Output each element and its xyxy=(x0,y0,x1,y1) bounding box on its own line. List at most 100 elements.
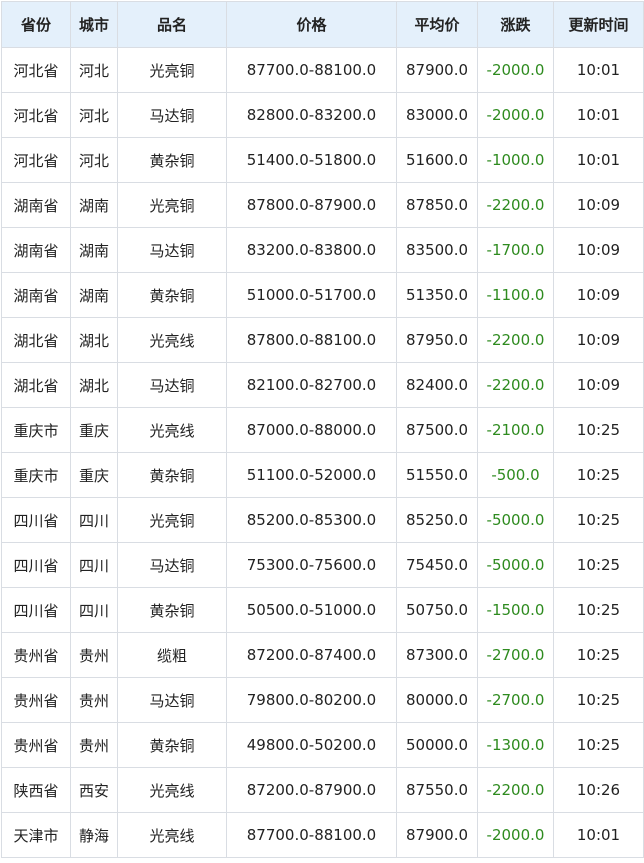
province-cell: 四川省 xyxy=(1,587,71,633)
city-cell: 贵州 xyxy=(70,677,118,723)
city-cell: 四川 xyxy=(70,542,118,588)
change-cell: -2100.0 xyxy=(477,407,554,453)
table-row: 重庆市 重庆 光亮线 87000.0-88000.0 87500.0 -2100.0 10:… xyxy=(1,407,644,453)
header-average-price: 平均价 xyxy=(396,1,478,48)
price-range-cell: 49800.0-50200.0 xyxy=(226,722,397,768)
product-cell: 马达铜 xyxy=(117,227,227,273)
average-price-cell: 82400.0 xyxy=(396,362,478,408)
change-cell: -2200.0 xyxy=(477,182,554,228)
average-price-cell: 87500.0 xyxy=(396,407,478,453)
province-cell: 四川省 xyxy=(1,542,71,588)
change-cell: -2200.0 xyxy=(477,362,554,408)
update-time-cell: 10:25 xyxy=(553,407,644,453)
price-range-cell: 87700.0-88100.0 xyxy=(226,47,397,93)
change-cell: -2200.0 xyxy=(477,317,554,363)
table-row: 湖南省 湖南 光亮铜 87800.0-87900.0 87850.0 -2200.0 10:… xyxy=(1,182,644,228)
change-cell: -1500.0 xyxy=(477,587,554,633)
price-range-cell: 87800.0-87900.0 xyxy=(226,182,397,228)
province-cell: 贵州省 xyxy=(1,632,71,678)
average-price-cell: 75450.0 xyxy=(396,542,478,588)
city-cell: 重庆 xyxy=(70,452,118,498)
update-time-cell: 10:09 xyxy=(553,317,644,363)
province-cell: 湖南省 xyxy=(1,272,71,318)
header-province: 省份 xyxy=(1,1,71,48)
city-cell: 湖南 xyxy=(70,182,118,228)
header-price: 价格 xyxy=(226,1,397,48)
change-cell: -2700.0 xyxy=(477,677,554,723)
header-product: 品名 xyxy=(117,1,227,48)
average-price-cell: 85250.0 xyxy=(396,497,478,543)
table-row: 湖南省 湖南 马达铜 83200.0-83800.0 83500.0 -1700.0 10:… xyxy=(1,227,644,273)
city-cell: 湖南 xyxy=(70,272,118,318)
province-cell: 天津市 xyxy=(1,812,71,858)
average-price-cell: 51550.0 xyxy=(396,452,478,498)
change-cell: -2000.0 xyxy=(477,812,554,858)
product-cell: 光亮线 xyxy=(117,812,227,858)
update-time-cell: 10:25 xyxy=(553,542,644,588)
product-cell: 马达铜 xyxy=(117,362,227,408)
change-cell: -2700.0 xyxy=(477,632,554,678)
update-time-cell: 10:09 xyxy=(553,272,644,318)
average-price-cell: 80000.0 xyxy=(396,677,478,723)
price-range-cell: 83200.0-83800.0 xyxy=(226,227,397,273)
province-cell: 重庆市 xyxy=(1,407,71,453)
price-range-cell: 82100.0-82700.0 xyxy=(226,362,397,408)
province-cell: 四川省 xyxy=(1,497,71,543)
copper-price-table: 省份 城市 品名 价格 平均价 涨跌 更新时间 河北省 河北 光亮铜 87700.0-… xyxy=(1,1,644,858)
average-price-cell: 51600.0 xyxy=(396,137,478,183)
update-time-cell: 10:25 xyxy=(553,587,644,633)
province-cell: 陕西省 xyxy=(1,767,71,813)
update-time-cell: 10:01 xyxy=(553,47,644,93)
table-row: 河北省 河北 马达铜 82800.0-83200.0 83000.0 -2000.0 10:… xyxy=(1,92,644,138)
price-range-cell: 87000.0-88000.0 xyxy=(226,407,397,453)
update-time-cell: 10:25 xyxy=(553,632,644,678)
change-cell: -500.0 xyxy=(477,452,554,498)
product-cell: 马达铜 xyxy=(117,677,227,723)
city-cell: 湖北 xyxy=(70,317,118,363)
price-range-cell: 51400.0-51800.0 xyxy=(226,137,397,183)
update-time-cell: 10:09 xyxy=(553,182,644,228)
table-row: 湖南省 湖南 黄杂铜 51000.0-51700.0 51350.0 -1100.0 10:… xyxy=(1,272,644,318)
price-range-cell: 85200.0-85300.0 xyxy=(226,497,397,543)
city-cell: 贵州 xyxy=(70,722,118,768)
update-time-cell: 10:01 xyxy=(553,137,644,183)
province-cell: 湖北省 xyxy=(1,317,71,363)
price-range-cell: 82800.0-83200.0 xyxy=(226,92,397,138)
average-price-cell: 87950.0 xyxy=(396,317,478,363)
price-range-cell: 87200.0-87400.0 xyxy=(226,632,397,678)
update-time-cell: 10:09 xyxy=(553,227,644,273)
update-time-cell: 10:26 xyxy=(553,767,644,813)
update-time-cell: 10:25 xyxy=(553,452,644,498)
change-cell: -5000.0 xyxy=(477,497,554,543)
update-time-cell: 10:25 xyxy=(553,677,644,723)
header-city: 城市 xyxy=(70,1,118,48)
city-cell: 重庆 xyxy=(70,407,118,453)
update-time-cell: 10:01 xyxy=(553,92,644,138)
product-cell: 马达铜 xyxy=(117,92,227,138)
table-row: 陕西省 西安 光亮线 87200.0-87900.0 87550.0 -2200.0 10:… xyxy=(1,767,644,813)
change-cell: -1300.0 xyxy=(477,722,554,768)
price-range-cell: 50500.0-51000.0 xyxy=(226,587,397,633)
update-time-cell: 10:25 xyxy=(553,497,644,543)
province-cell: 湖南省 xyxy=(1,227,71,273)
product-cell: 黄杂铜 xyxy=(117,137,227,183)
province-cell: 贵州省 xyxy=(1,722,71,768)
average-price-cell: 87550.0 xyxy=(396,767,478,813)
city-cell: 四川 xyxy=(70,587,118,633)
province-cell: 河北省 xyxy=(1,137,71,183)
table-body: 河北省 河北 光亮铜 87700.0-88100.0 87900.0 -2000.0 10:… xyxy=(1,47,644,858)
city-cell: 河北 xyxy=(70,47,118,93)
change-cell: -2000.0 xyxy=(477,92,554,138)
table-row: 贵州省 贵州 黄杂铜 49800.0-50200.0 50000.0 -1300.0 10:… xyxy=(1,722,644,768)
update-time-cell: 10:01 xyxy=(553,812,644,858)
average-price-cell: 87900.0 xyxy=(396,47,478,93)
product-cell: 缆粗 xyxy=(117,632,227,678)
province-cell: 重庆市 xyxy=(1,452,71,498)
update-time-cell: 10:25 xyxy=(553,722,644,768)
product-cell: 光亮铜 xyxy=(117,497,227,543)
change-cell: -1000.0 xyxy=(477,137,554,183)
city-cell: 静海 xyxy=(70,812,118,858)
city-cell: 河北 xyxy=(70,137,118,183)
table-row: 河北省 河北 黄杂铜 51400.0-51800.0 51600.0 -1000.0 10:… xyxy=(1,137,644,183)
table-row: 四川省 四川 马达铜 75300.0-75600.0 75450.0 -5000.0 10:… xyxy=(1,542,644,588)
